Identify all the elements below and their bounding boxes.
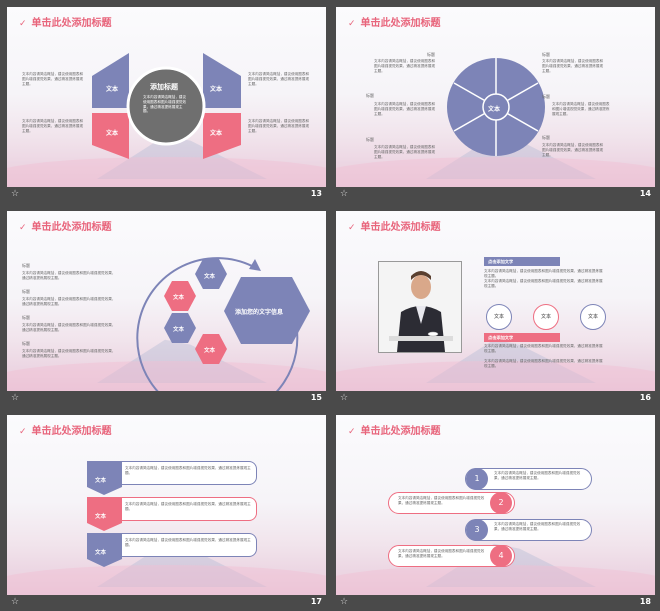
heading: 标题 xyxy=(22,263,30,268)
slide-13[interactable]: ✓ 单击此处添加标题 文本 文本 文本 文本 添加标题 文本内容请简洁概括，建议使… xyxy=(7,7,326,187)
big-hex-label: 添加您的文字信息 xyxy=(235,309,284,316)
slide-17-footer: ☆ 17 xyxy=(7,597,326,611)
center-title: 添加标题 xyxy=(150,83,178,91)
petal-label: 文本 xyxy=(106,130,119,137)
text-block: 文本内容请简洁概括，建议使用图表和图片增强视觉效果，通过精准提炼展现主题。 xyxy=(484,269,603,278)
step-number: 2 xyxy=(490,492,512,514)
heading: 标题 xyxy=(542,52,550,57)
caption-bar-1: 点击添加文字 xyxy=(484,257,560,266)
circle-label: 文本 xyxy=(486,304,512,330)
right-text-2: 文本内容请简洁概括，建议使用图表和图片增强视觉效果，通过精准提炼展现主题。 xyxy=(248,119,310,133)
slide-13-footer: ☆ 13 xyxy=(7,189,326,203)
step-number: 4 xyxy=(490,545,512,567)
left-text-2: 文本内容请简洁概括，建议使用图表和图片增强视觉效果，通过精准提炼展现主题。 xyxy=(22,119,84,133)
person-photo xyxy=(378,261,462,353)
slide-15-footer: ☆ 15 xyxy=(7,393,326,407)
hex-label: 文本 xyxy=(173,327,185,333)
circle-label: 文本 xyxy=(533,304,559,330)
star-icon: ☆ xyxy=(11,393,20,403)
hex-label: 文本 xyxy=(173,295,185,301)
slide-14-footer: ☆ 14 xyxy=(336,189,655,203)
text-block: 文本内容请简洁概括，建议使用图表和图片增强视觉效果，通过精准提炼展现主题。 xyxy=(542,143,604,157)
text-block: 文本内容请简洁概括，建议使用图表和图片增强视觉效果，通过精准提炼展现主题。 xyxy=(374,59,436,73)
text-block: 文本内容请简洁概括，建议使用图表和图片增强视觉效果，通过精准提炼展现主题。 xyxy=(374,102,436,116)
slide-title: ✓ 单击此处添加标题 xyxy=(348,222,441,233)
slide-title: ✓ 单击此处添加标题 xyxy=(348,426,441,437)
text-block: 文本内容请简洁概括，建议使用图表和图片增强视觉效果，通过精准提炼展现主题。 xyxy=(125,466,251,475)
text-block: 文本内容请简洁概括，建议使用图表和图片增强视觉效果，通过精准提炼展现主题。 xyxy=(484,359,603,368)
step-text: 文本内容请简洁概括，建议使用图表和图片增强视觉效果，通过精准提炼展现主题。 xyxy=(398,549,485,558)
center-text: 文本内容请简洁概括，建议使用图表和图片增强视觉效果，通过精准提炼展现主题。 xyxy=(143,95,187,114)
caption-bar-2: 点击添加文字 xyxy=(484,333,560,342)
slide-number: 14 xyxy=(639,189,651,198)
right-text-1: 文本内容请简洁概括，建议使用图表和图片增强视觉效果，通过精准提炼展现主题。 xyxy=(248,72,310,86)
hex-label: 文本 xyxy=(204,274,216,280)
step-text: 文本内容请简洁概括，建议使用图表和图片增强视觉效果，通过精准提炼展现主题。 xyxy=(494,522,581,531)
heading: 标题 xyxy=(542,135,550,140)
slide-18[interactable]: ✓ 单击此处添加标题 1 2 3 4 文本内容请简洁概括，建议使用图表和图片增强视… xyxy=(336,415,655,595)
businessman-image xyxy=(379,262,461,352)
step-text: 文本内容请简洁概括，建议使用图表和图片增强视觉效果，通过精准提炼展现主题。 xyxy=(398,496,485,505)
heading: 标题 xyxy=(22,289,30,294)
heading: 标题 xyxy=(542,94,550,99)
check-icon: ✓ xyxy=(348,223,356,233)
left-text-1: 文本内容请简洁概括，建议使用图表和图片增强视觉效果，通过精准提炼展现主题。 xyxy=(22,72,84,86)
star-icon: ☆ xyxy=(11,597,20,607)
text-block: 文本内容请简洁概括，建议使用图表和图片增强视觉效果，通过精准提炼展现主题。 xyxy=(22,271,116,280)
slide-16[interactable]: ✓ 单击此处添加标题 点击添加文字 文本内容请简洁概括，建议使用图表和图片增强视觉… xyxy=(336,211,655,391)
star-icon: ☆ xyxy=(340,597,349,607)
slide-16-footer: ☆ 16 xyxy=(336,393,655,407)
star-icon: ☆ xyxy=(11,189,20,199)
hexagon-pie-diagram xyxy=(447,58,545,156)
chevron-label: 文本 xyxy=(95,478,107,484)
text-block: 文本内容请简洁概括，建议使用图表和图片增强视觉效果，通过精准提炼展现主题。 xyxy=(542,59,604,73)
pie-center-label: 文本 xyxy=(488,106,501,113)
petal-label: 文本 xyxy=(106,86,119,93)
text-block: 文本内容请简洁概括，建议使用图表和图片增强视觉效果，通过精准提炼展现主题。 xyxy=(22,323,116,332)
heading: 标题 xyxy=(22,341,30,346)
step-number: 1 xyxy=(466,468,488,490)
hex-label: 文本 xyxy=(204,348,216,354)
slide-number: 18 xyxy=(639,597,651,606)
chevron-label: 文本 xyxy=(95,550,107,556)
slide-number: 15 xyxy=(310,393,322,402)
slide-number: 17 xyxy=(310,597,322,606)
step-text: 文本内容请简洁概括，建议使用图表和图片增强视觉效果，通过精准提炼展现主题。 xyxy=(494,471,581,480)
text-block: 文本内容请简洁概括，建议使用图表和图片增强视觉效果，通过精准提炼展现主题。 xyxy=(22,349,116,358)
heading: 标题 xyxy=(366,137,374,142)
star-icon: ☆ xyxy=(340,393,349,403)
heading: 标题 xyxy=(366,93,374,98)
slide-15[interactable]: ✓ 单击此处添加标题 文本 文本 文本 文本 添加您的文字信息 标题 文本内容请简… xyxy=(7,211,326,391)
text-block: 文本内容请简洁概括，建议使用图表和图片增强视觉效果，通过精准提炼展现主题。 xyxy=(125,502,251,511)
star-icon: ☆ xyxy=(340,189,349,199)
text-block: 文本内容请简洁概括，建议使用图表和图片增强视觉效果，通过精准提炼展现主题。 xyxy=(22,297,116,306)
circle-label: 文本 xyxy=(580,304,606,330)
text-block: 文本内容请简洁概括，建议使用图表和图片增强视觉效果，通过精准提炼展现主题。 xyxy=(484,344,603,353)
slide-number: 16 xyxy=(639,393,651,402)
slide-number: 13 xyxy=(310,189,322,198)
slide-17[interactable]: ✓ 单击此处添加标题 文本 文本 文本 文本内容请简洁概括，建议使用图表和图片增强… xyxy=(7,415,326,595)
petal-label: 文本 xyxy=(210,86,223,93)
heading: 标题 xyxy=(22,315,30,320)
text-block: 文本内容请简洁概括，建议使用图表和图片增强视觉效果，通过精准提炼展现主题。 xyxy=(374,145,436,159)
slide-18-footer: ☆ 18 xyxy=(336,597,655,611)
petal-label: 文本 xyxy=(210,130,223,137)
top-left-petal xyxy=(92,53,129,108)
text-block: 文本内容请简洁概括，建议使用图表和图片增强视觉效果，通过精准提炼展现主题。 xyxy=(552,102,610,116)
chevron-label: 文本 xyxy=(95,514,107,520)
step-number: 3 xyxy=(466,519,488,541)
slide-14[interactable]: ✓ 单击此处添加标题 文本 标题 文本内容请简洁概括，建议使用图表和图片增强视觉效… xyxy=(336,7,655,187)
text-block: 文本内容请简洁概括，建议使用图表和图片增强视觉效果，通过精准提炼展现主题。 xyxy=(125,538,251,547)
heading: 标题 xyxy=(427,52,435,57)
top-right-petal xyxy=(203,53,241,108)
check-icon: ✓ xyxy=(348,427,356,437)
text-block: 文本内容请简洁概括，建议使用图表和图片增强视觉效果，通过精准提炼展现主题。 xyxy=(484,279,603,288)
